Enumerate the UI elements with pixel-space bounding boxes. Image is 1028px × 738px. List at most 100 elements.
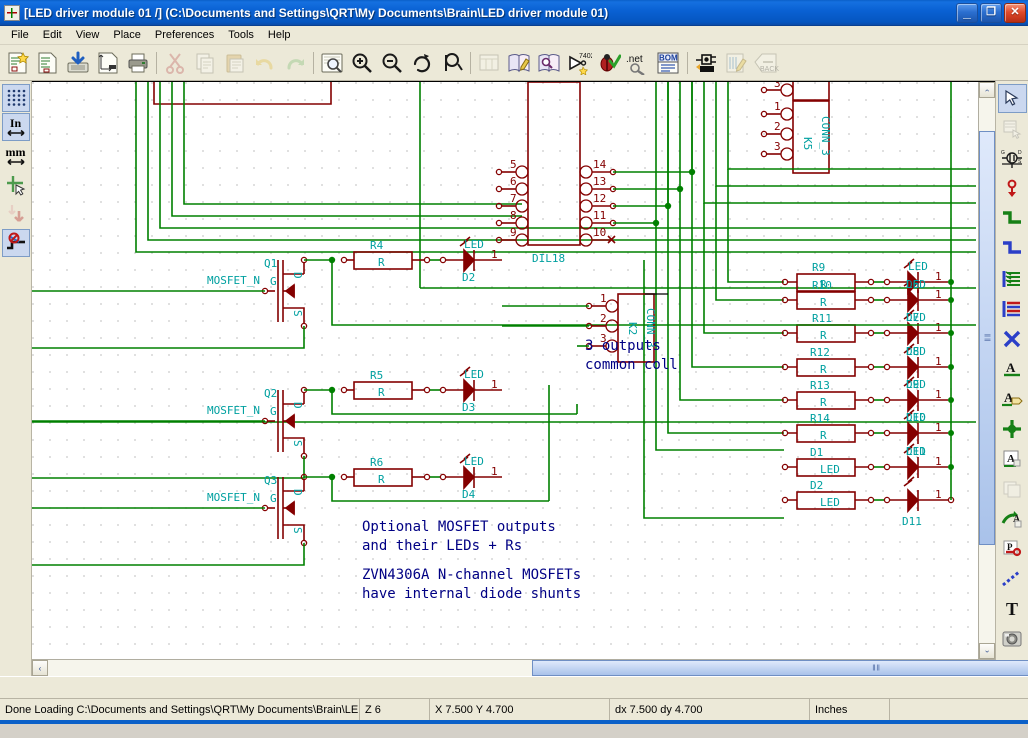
options-toolbar: In mm bbox=[0, 81, 32, 676]
zoom-out-icon[interactable] bbox=[377, 48, 407, 78]
place-wire-to-bus-entry-icon[interactable] bbox=[998, 264, 1027, 293]
units-inches-icon[interactable]: In bbox=[1, 113, 30, 141]
hierarchy-push-icon[interactable] bbox=[998, 114, 1027, 143]
redo-icon[interactable] bbox=[280, 48, 310, 78]
new-sheet-icon[interactable] bbox=[3, 48, 33, 78]
toolbar-separator bbox=[313, 51, 314, 74]
horizontal-scroll-thumb[interactable]: ‖‖ bbox=[532, 660, 1028, 676]
place-junction-icon[interactable] bbox=[998, 414, 1027, 443]
place-bus-to-bus-entry-icon[interactable] bbox=[998, 294, 1027, 323]
k5-pin-1-label: 1 bbox=[774, 100, 781, 113]
menu-edit[interactable]: Edit bbox=[36, 27, 69, 43]
place-hierarchical-pin-icon[interactable]: A bbox=[998, 504, 1027, 533]
toggle-grid-icon[interactable] bbox=[1, 84, 30, 112]
show-hidden-pins-icon[interactable] bbox=[2, 200, 30, 228]
minimize-button[interactable]: _ bbox=[956, 2, 978, 23]
find-icon[interactable] bbox=[317, 48, 347, 78]
annotate-icon[interactable]: 7402 bbox=[564, 48, 594, 78]
library-browser-icon[interactable] bbox=[534, 48, 564, 78]
note-optional-mosfet: Optional MOSFET outputs bbox=[362, 519, 556, 535]
menu-view[interactable]: View bbox=[69, 27, 107, 43]
message-panel bbox=[0, 676, 1028, 698]
schematic-canvas[interactable]: .w { stroke:#008000; stroke-width:1.6; f… bbox=[32, 82, 978, 659]
svg-text:D: D bbox=[1018, 150, 1022, 156]
bus-entry-orientation-icon[interactable] bbox=[1, 229, 30, 257]
print-icon[interactable] bbox=[123, 48, 153, 78]
k2-pin-1-label: 1 bbox=[600, 292, 607, 305]
menu-help[interactable]: Help bbox=[261, 27, 298, 43]
back-annotate-icon[interactable]: BACK bbox=[751, 48, 781, 78]
r11-ref-label: R13 bbox=[810, 379, 830, 392]
dil18-pin-12-label: 12 bbox=[593, 192, 606, 205]
zoom-fit-icon[interactable] bbox=[437, 48, 467, 78]
scroll-left-button[interactable]: ‹ bbox=[32, 660, 48, 676]
vertical-scroll-track[interactable]: ‖‖ bbox=[979, 98, 995, 643]
place-wire-icon[interactable] bbox=[998, 204, 1027, 233]
place-power-port-icon[interactable] bbox=[998, 174, 1027, 203]
scroll-up-button[interactable]: ‹ bbox=[979, 82, 995, 98]
menu-preferences[interactable]: Preferences bbox=[148, 27, 221, 43]
dil18-pin-8-label: 8 bbox=[510, 209, 517, 222]
svg-text:P: P bbox=[1007, 542, 1013, 552]
page-settings-icon[interactable] bbox=[93, 48, 123, 78]
open-sheet-icon[interactable] bbox=[33, 48, 63, 78]
scroll-down-icon: › bbox=[982, 649, 992, 653]
place-no-connect-icon[interactable] bbox=[998, 324, 1027, 353]
scroll-left-icon: ‹ bbox=[38, 663, 42, 673]
save-sheet-icon[interactable] bbox=[63, 48, 93, 78]
place-component-icon[interactable]: G D S bbox=[998, 144, 1027, 173]
paste-icon[interactable] bbox=[220, 48, 250, 78]
select-tool-icon[interactable] bbox=[997, 84, 1027, 113]
units-mm-icon[interactable]: mm bbox=[2, 142, 30, 170]
q2-value-label: MOSFET_N bbox=[207, 404, 260, 417]
dil18-pin-10-label: 10 bbox=[593, 226, 606, 239]
copy-icon[interactable] bbox=[190, 48, 220, 78]
redraw-icon[interactable] bbox=[407, 48, 437, 78]
dil18-pin-13-label: 13 bbox=[593, 175, 606, 188]
place-sheet-pin-icon[interactable]: P bbox=[998, 534, 1027, 563]
status-coords: X 7.500 Y 4.700 bbox=[430, 699, 610, 720]
cursor-shape-icon[interactable] bbox=[2, 171, 30, 199]
place-global-label-icon[interactable]: A bbox=[998, 384, 1027, 413]
r7-ref-label: R9 bbox=[812, 261, 825, 274]
menu-file[interactable]: File bbox=[4, 27, 36, 43]
restore-button[interactable]: ❐ bbox=[980, 2, 1002, 23]
place-hierarchical-sheet-icon[interactable]: A bbox=[998, 444, 1027, 473]
undo-icon[interactable] bbox=[250, 48, 280, 78]
scroll-down-button[interactable]: › bbox=[979, 643, 995, 659]
d2-pin-1-label: 1 bbox=[491, 378, 498, 391]
d9-pin-1-label: 1 bbox=[935, 421, 942, 434]
erc-icon[interactable] bbox=[594, 48, 624, 78]
cut-icon[interactable] bbox=[160, 48, 190, 78]
bom-icon[interactable]: BOM bbox=[654, 48, 684, 78]
netlist-icon[interactable]: .net bbox=[624, 48, 654, 78]
delete-item-icon[interactable] bbox=[998, 624, 1027, 653]
d3-value-label: LED bbox=[464, 455, 484, 468]
zoom-in-icon[interactable] bbox=[347, 48, 377, 78]
horizontal-scroll-track[interactable]: ‖‖ bbox=[48, 660, 1028, 676]
place-bus-icon[interactable] bbox=[998, 234, 1027, 263]
place-text-icon[interactable]: T bbox=[998, 594, 1027, 623]
library-editor-icon[interactable] bbox=[504, 48, 534, 78]
k5-value-label: CONN_3 bbox=[819, 116, 832, 156]
vertical-scroll-thumb[interactable]: ‖‖ bbox=[979, 130, 995, 545]
place-net-label-icon[interactable]: A bbox=[998, 354, 1027, 383]
cvpcb-icon[interactable] bbox=[691, 48, 721, 78]
horizontal-scrollbar[interactable]: ‹ ‖‖ › bbox=[32, 659, 1028, 676]
q2-pin-s-label: S bbox=[291, 440, 304, 447]
place-graphic-line-icon[interactable] bbox=[998, 564, 1027, 593]
vertical-scrollbar[interactable]: ‹ ‖‖ › bbox=[978, 82, 995, 659]
units-inches-label: In bbox=[9, 116, 22, 130]
pcbnew-icon[interactable] bbox=[721, 48, 751, 78]
hierarchy-navigator-icon[interactable] bbox=[474, 48, 504, 78]
q1-value-label: MOSFET_N bbox=[207, 274, 260, 287]
q1-pin-d-label: D bbox=[291, 272, 304, 279]
menu-place[interactable]: Place bbox=[106, 27, 148, 43]
status-units: Inches bbox=[810, 699, 890, 720]
status-bar: Done Loading C:\Documents and Settings\Q… bbox=[0, 698, 1028, 720]
close-button[interactable]: ✕ bbox=[1004, 2, 1026, 23]
menu-tools[interactable]: Tools bbox=[221, 27, 261, 43]
close-icon: ✕ bbox=[1010, 6, 1020, 18]
import-sheet-pin-icon[interactable] bbox=[998, 474, 1027, 503]
status-message: Done Loading C:\Documents and Settings\Q… bbox=[0, 699, 360, 720]
